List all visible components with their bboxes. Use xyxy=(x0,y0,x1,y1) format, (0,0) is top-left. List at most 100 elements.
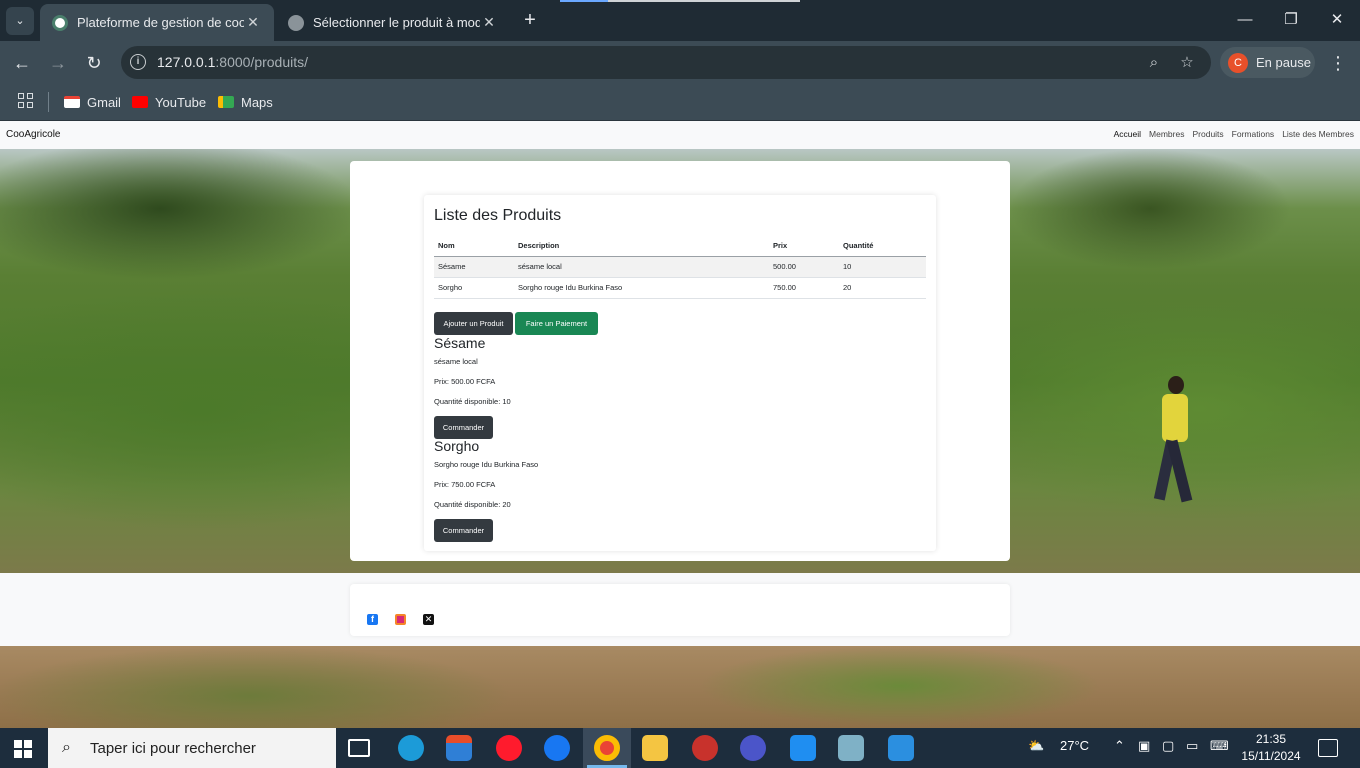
close-tab-icon[interactable]: ✕ xyxy=(480,14,498,31)
chrome-icon[interactable] xyxy=(594,735,620,761)
youtube-icon xyxy=(132,96,148,108)
notifications-icon[interactable] xyxy=(1318,739,1338,757)
profile-button[interactable]: C En pause xyxy=(1220,47,1315,78)
close-window-button[interactable]: ✕ xyxy=(1322,8,1352,32)
nav-produits[interactable]: Produits xyxy=(1192,129,1223,139)
search-placeholder: Taper ici pour rechercher xyxy=(90,739,256,757)
maps-icon xyxy=(218,96,234,108)
vscode-icon[interactable] xyxy=(888,735,914,761)
bookmark-youtube[interactable]: YouTube xyxy=(132,92,206,112)
column-header: Quantité xyxy=(839,236,926,257)
clock-date: 15/11/2024 xyxy=(1241,749,1301,763)
product-description: sésame local xyxy=(434,357,478,366)
browser-toolbar: ← → ↻ i 127.0.0.1:8000/produits/ ⌕ ☆ C E… xyxy=(0,41,1360,84)
site-info-icon[interactable]: i xyxy=(130,54,146,70)
recorder-icon[interactable] xyxy=(692,735,718,761)
reload-button[interactable]: ↻ xyxy=(81,50,107,76)
weather-temp[interactable]: 27°C xyxy=(1060,738,1089,753)
order-button[interactable]: Commander xyxy=(434,519,493,542)
product-price: Prix: 750.00 FCFA xyxy=(434,480,496,489)
divider xyxy=(48,92,49,112)
facebook-app-icon[interactable] xyxy=(544,735,570,761)
facebook-icon[interactable]: f xyxy=(367,614,378,625)
page-title: Liste des Produits xyxy=(434,207,562,224)
nav-accueil[interactable]: Accueil xyxy=(1114,129,1141,139)
restore-button[interactable]: ❐ xyxy=(1276,8,1306,32)
site-brand[interactable]: CooAgricole xyxy=(6,129,60,140)
make-payment-button[interactable]: Faire un Paiement xyxy=(515,312,598,335)
nav-membres[interactable]: Membres xyxy=(1149,129,1184,139)
table-row: Sorgho Sorgho rouge Idu Burkina Faso 750… xyxy=(434,277,926,299)
nav-formations[interactable]: Formations xyxy=(1232,129,1275,139)
battery-icon[interactable]: ▭ xyxy=(1186,738,1198,754)
product-description: Sorgho rouge Idu Burkina Faso xyxy=(434,460,539,469)
chevron-up-icon[interactable]: ⌃ xyxy=(1114,738,1125,754)
web-page: CooAgricole Accueil Membres Produits For… xyxy=(0,121,1360,728)
app-icon[interactable] xyxy=(838,735,864,761)
nav-liste-membres[interactable]: Liste des Membres xyxy=(1282,129,1354,139)
gmail-icon xyxy=(64,96,80,108)
apps-grid-icon[interactable] xyxy=(18,93,34,109)
cell-prix: 500.00 xyxy=(769,256,839,278)
taskbar-search[interactable]: ⌕ Taper ici pour rechercher xyxy=(48,728,336,768)
keyboard-icon[interactable]: ⌨ xyxy=(1210,738,1229,754)
bookmark-star-icon[interactable]: ☆ xyxy=(1176,52,1198,74)
forward-button[interactable]: → xyxy=(45,50,71,76)
bookmarks-bar: Gmail YouTube Maps xyxy=(0,84,1360,121)
tab-title: Plateforme de gestion de coopé xyxy=(77,15,244,30)
table-header-row: Nom Description Prix Quantité xyxy=(434,236,926,257)
bookmark-maps[interactable]: Maps xyxy=(218,92,273,112)
cell-description: Sorgho rouge Idu Burkina Faso xyxy=(514,277,769,299)
cell-prix: 750.00 xyxy=(769,277,839,299)
nav-links: Accueil Membres Produits Formations List… xyxy=(1114,129,1354,139)
products-panel: Liste des Produits Nom Description Prix … xyxy=(424,195,936,551)
store-icon[interactable] xyxy=(446,735,472,761)
bookmark-gmail[interactable]: Gmail xyxy=(64,92,121,112)
footer: f ✕ xyxy=(350,584,1010,636)
order-button[interactable]: Commander xyxy=(434,416,493,439)
clock[interactable]: 21:35 15/11/2024 xyxy=(1240,731,1302,765)
products-table: Nom Description Prix Quantité Sésame sés… xyxy=(434,236,926,299)
field-background-image-bottom xyxy=(0,646,1360,728)
bookmark-label: Gmail xyxy=(87,94,121,110)
mail-icon[interactable] xyxy=(790,735,816,761)
add-product-button[interactable]: Ajouter un Produit xyxy=(434,312,513,335)
file-explorer-icon[interactable] xyxy=(642,735,668,761)
tab-search-button[interactable]: ⌄ xyxy=(6,7,34,35)
main-content-card: Liste des Produits Nom Description Prix … xyxy=(350,161,1010,561)
cell-nom: Sésame xyxy=(434,256,514,278)
column-header: Prix xyxy=(769,236,839,257)
avatar: C xyxy=(1228,52,1248,73)
product-stock: Quantité disponible: 10 xyxy=(434,397,511,406)
task-view-icon[interactable] xyxy=(348,739,370,757)
product-name: Sésame xyxy=(434,335,486,351)
menu-icon[interactable]: ⋮ xyxy=(1327,50,1349,76)
windows-taskbar: ⌕ Taper ici pour rechercher ⛅ 27°C ⌃ ▣ ▢… xyxy=(0,728,1360,768)
back-button[interactable]: ← xyxy=(9,50,35,76)
column-header: Description xyxy=(514,236,769,257)
new-tab-button[interactable]: + xyxy=(518,8,542,32)
product-stock: Quantité disponible: 20 xyxy=(434,500,511,509)
edge-icon[interactable] xyxy=(398,735,424,761)
product-name: Sorgho xyxy=(434,438,480,454)
address-bar[interactable]: i 127.0.0.1:8000/produits/ ⌕ ☆ xyxy=(121,46,1211,79)
windows-start-icon[interactable] xyxy=(14,740,32,758)
tab-selectionner-produit[interactable]: Sélectionner le produit à modifi ✕ xyxy=(276,4,510,41)
tab-plateforme[interactable]: Plateforme de gestion de coopé ✕ xyxy=(40,4,274,41)
url-text[interactable]: 127.0.0.1:8000/produits/ xyxy=(157,54,308,70)
x-icon[interactable]: ✕ xyxy=(423,614,434,625)
table-row: Sésame sésame local 500.00 10 xyxy=(434,256,926,278)
app-icon[interactable] xyxy=(740,735,766,761)
profile-status: En pause xyxy=(1256,55,1311,70)
tray-app-icon[interactable]: ▢ xyxy=(1162,738,1174,754)
weather-icon[interactable]: ⛅ xyxy=(1028,738,1044,754)
zoom-icon[interactable]: ⌕ xyxy=(1143,52,1165,74)
tab-title: Sélectionner le produit à modifi xyxy=(313,15,480,30)
close-tab-icon[interactable]: ✕ xyxy=(244,14,262,31)
instagram-icon[interactable] xyxy=(395,614,406,625)
clock-time: 21:35 xyxy=(1255,732,1287,746)
opera-icon[interactable] xyxy=(496,735,522,761)
site-navbar: CooAgricole Accueil Membres Produits For… xyxy=(0,121,1360,149)
tray-app-icon[interactable]: ▣ xyxy=(1138,738,1150,754)
minimize-button[interactable]: — xyxy=(1230,8,1260,32)
